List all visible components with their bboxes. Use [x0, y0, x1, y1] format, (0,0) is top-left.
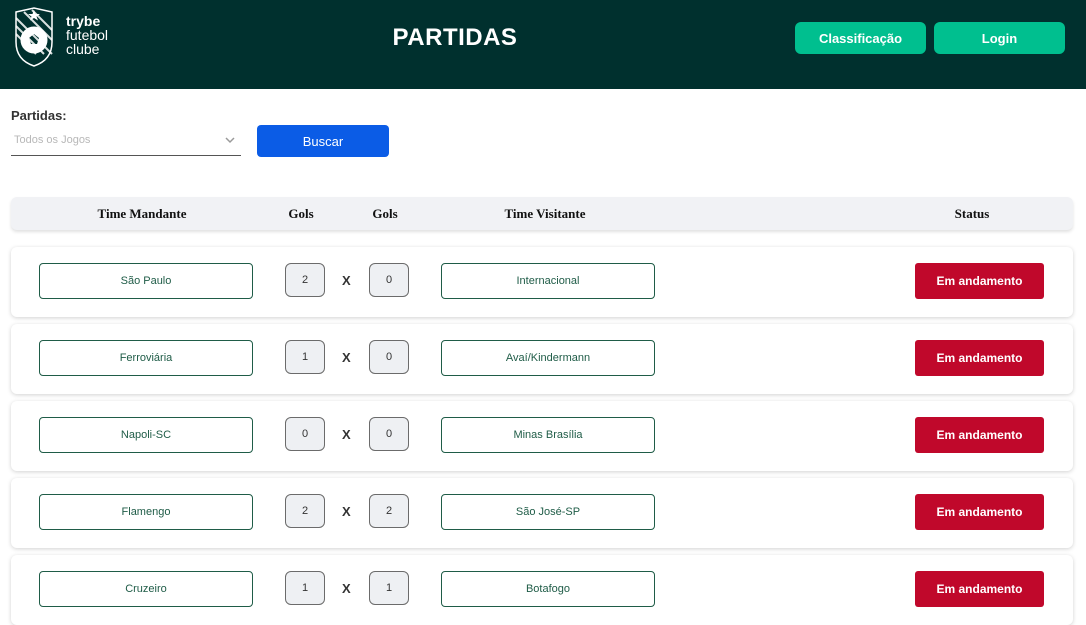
home-team-name: Napoli-SC: [39, 417, 253, 453]
search-button[interactable]: Buscar: [257, 125, 389, 157]
table-row: Flamengo 2 X 2 São José-SP Em andamento: [11, 478, 1073, 548]
home-goals: 0: [285, 417, 325, 451]
column-header-home-goals: Gols: [288, 206, 314, 221]
versus-label: X: [342, 273, 351, 288]
column-header-away-goals: Gols: [372, 206, 398, 221]
away-team-name: Minas Brasília: [441, 417, 655, 453]
select-value: Todos os Jogos: [14, 134, 91, 146]
matches-filter-select[interactable]: Todos os Jogos: [11, 126, 241, 156]
status-badge[interactable]: Em andamento: [915, 263, 1044, 299]
away-team-name: São José-SP: [441, 494, 655, 530]
status-badge[interactable]: Em andamento: [915, 571, 1044, 607]
column-header-home-team: Time Mandante: [97, 206, 187, 221]
away-goals: 0: [369, 340, 409, 374]
table-row: Ferroviária 1 X 0 Avaí/Kindermann Em and…: [11, 324, 1073, 394]
versus-label: X: [342, 504, 351, 519]
away-goals: 1: [369, 571, 409, 605]
page-title: PARTIDAS: [392, 24, 518, 51]
classificacao-button[interactable]: Classificação: [795, 22, 926, 54]
table-row: Cruzeiro 1 X 1 Botafogo Em andamento: [11, 555, 1073, 625]
status-badge[interactable]: Em andamento: [915, 417, 1044, 453]
table-header: Time Mandante Gols Gols Time Visitante S…: [11, 197, 1073, 230]
table-row: Napoli-SC 0 X 0 Minas Brasília Em andame…: [11, 401, 1073, 471]
versus-label: X: [342, 350, 351, 365]
away-team-name: Botafogo: [441, 571, 655, 607]
away-team-name: Internacional: [441, 263, 655, 299]
login-button[interactable]: Login: [934, 22, 1065, 54]
header: trybe futebol clube PARTIDAS Classificaç…: [0, 0, 1086, 89]
home-goals: 2: [285, 494, 325, 528]
column-header-away-team: Time Visitante: [504, 206, 586, 221]
away-goals: 0: [369, 263, 409, 297]
home-team-name: Ferroviária: [39, 340, 253, 376]
column-header-status: Status: [954, 206, 990, 221]
chevron-down-icon: [225, 137, 235, 144]
versus-label: X: [342, 427, 351, 442]
away-goals: 0: [369, 417, 409, 451]
away-goals: 2: [369, 494, 409, 528]
home-team-name: Flamengo: [39, 494, 253, 530]
away-team-name: Avaí/Kindermann: [441, 340, 655, 376]
filter-label: Partidas:: [11, 108, 67, 123]
home-goals: 2: [285, 263, 325, 297]
status-badge[interactable]: Em andamento: [915, 340, 1044, 376]
home-goals: 1: [285, 340, 325, 374]
table-row: São Paulo 2 X 0 Internacional Em andamen…: [11, 247, 1073, 317]
home-team-name: Cruzeiro: [39, 571, 253, 607]
versus-label: X: [342, 581, 351, 596]
status-badge[interactable]: Em andamento: [915, 494, 1044, 530]
home-team-name: São Paulo: [39, 263, 253, 299]
home-goals: 1: [285, 571, 325, 605]
